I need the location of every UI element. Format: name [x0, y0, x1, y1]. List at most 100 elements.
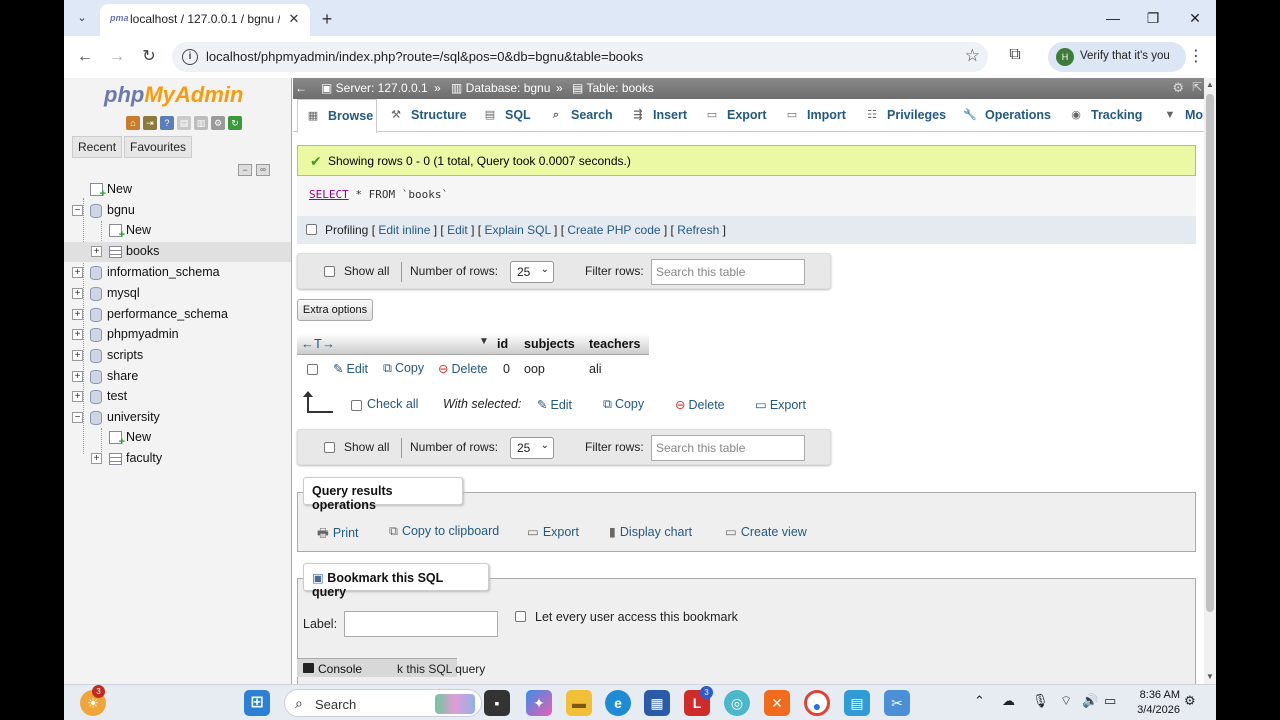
tree-item-mysql[interactable]: + mysql [64, 284, 291, 304]
bulk-copy-button[interactable]: ⧉ Copy [603, 397, 644, 412]
logout-icon[interactable]: ⇥ [143, 116, 157, 130]
tab-export[interactable]: ▭ Export [697, 99, 773, 132]
browser-menu-icon[interactable]: ⋮ [1188, 46, 1204, 68]
row-delete-link[interactable]: ⊖ Delete [438, 361, 488, 376]
extra-options-button[interactable]: Extra options [297, 299, 373, 321]
sort-arrow-icon[interactable]: ▼ [479, 336, 489, 347]
taskbar-search[interactable]: ⌕ Search [284, 689, 482, 717]
export-link[interactable]: ▭ Export [527, 524, 579, 539]
column-header-teachers[interactable]: teachers [589, 337, 640, 351]
verify-identity-button[interactable]: H Verify that it's you [1048, 42, 1186, 72]
bookmark-label-input[interactable] [344, 611, 498, 637]
breadcrumb-server[interactable]: ▣ Server: 127.0.0.1 [321, 81, 428, 95]
volume-icon[interactable]: 🔊 [1082, 693, 1098, 709]
expand-toggle-icon[interactable]: + [72, 329, 83, 340]
tab-close-icon[interactable]: ✕ [286, 11, 302, 27]
expand-toggle-icon[interactable]: + [72, 309, 83, 320]
bulk-export-button[interactable]: ▭ Export [755, 397, 806, 412]
expand-toggle-icon[interactable]: + [72, 371, 83, 382]
row-checkbox[interactable] [307, 364, 318, 375]
address-bar[interactable]: i localhost/phpmyadmin/index.php?route=/… [172, 42, 988, 72]
expand-toggle-icon[interactable]: + [72, 288, 83, 299]
collapse-all-icon[interactable]: − [238, 164, 252, 176]
forward-button[interactable]: → [106, 46, 128, 68]
task-view-icon[interactable]: ▪ [484, 690, 510, 716]
recent-tab[interactable]: Recent [72, 136, 123, 158]
create-php-code-link[interactable]: Create PHP code [567, 223, 660, 237]
profiling-checkbox[interactable] [306, 224, 317, 235]
check-all-checkbox[interactable] [351, 400, 362, 411]
tab-privileges[interactable]: ☷ Privileges [857, 99, 951, 132]
tree-item-performance-schema[interactable]: + performance_schema [64, 305, 291, 325]
refresh-link[interactable]: Refresh [677, 223, 719, 237]
bulk-delete-button[interactable]: ⊖ Delete [675, 397, 725, 412]
bulk-edit-button[interactable]: ✎ Edit [537, 397, 572, 412]
filter-rows-input[interactable]: Search this table [651, 435, 805, 461]
query-window-icon[interactable]: ? [160, 116, 174, 130]
link-with-main-icon[interactable]: ∞ [256, 164, 270, 176]
tab-search-button[interactable]: ⌄ [72, 8, 92, 28]
show-all-checkbox[interactable] [324, 266, 335, 277]
back-button[interactable]: ← [74, 46, 96, 68]
pma-logo[interactable]: phpMyAdmin [104, 82, 243, 108]
clock[interactable]: 8:36 AM 3/4/2026 [1130, 688, 1180, 718]
edit-inline-link[interactable]: Edit inline [378, 223, 430, 237]
column-arrows-icon[interactable]: ←T→ [301, 336, 335, 351]
expand-toggle-icon[interactable]: + [72, 350, 83, 361]
tab-tracking[interactable]: ◉ Tracking [1061, 99, 1151, 132]
expand-toggle-icon[interactable]: + [72, 391, 83, 402]
url-text[interactable]: localhost/phpmyadmin/index.php?route=/sq… [206, 49, 643, 64]
home-icon[interactable]: ⌂ [126, 116, 140, 130]
tab-structure[interactable]: ⚒ Structure [381, 99, 473, 132]
tree-item-university[interactable]: − university [64, 408, 291, 428]
collapse-toggle-icon[interactable]: − [72, 205, 83, 216]
restore-button[interactable]: ❐ [1138, 6, 1168, 30]
expand-toggle-icon[interactable]: + [91, 246, 102, 257]
tree-item-new[interactable]: New [64, 180, 291, 200]
tree-item-test[interactable]: + test [64, 387, 291, 407]
close-window-button[interactable]: ✕ [1180, 6, 1210, 30]
docs-icon[interactable]: ▤ [177, 116, 191, 130]
bookmark-star-icon[interactable]: ☆ [965, 46, 980, 66]
scroll-up-arrow-icon[interactable]: ▲ [1204, 78, 1216, 92]
file-explorer-icon[interactable]: ▬ [566, 690, 592, 716]
breadcrumb-table[interactable]: ▤ Table: books [572, 81, 654, 95]
docs-page-icon[interactable]: ▥ [194, 116, 208, 130]
tree-item-scripts[interactable]: + scripts [64, 346, 291, 366]
app-circle-icon[interactable]: ◎ [724, 690, 750, 716]
print-link[interactable]: 🖶 Print [317, 524, 359, 545]
edge-icon[interactable]: e [605, 690, 631, 716]
start-windows-icon[interactable]: ⊞ [244, 690, 270, 716]
tree-item-bgnu[interactable]: − bgnu [64, 201, 291, 221]
tree-item-bgnu-new[interactable]: New [64, 221, 291, 241]
settings-gear-icon[interactable]: ⚙ [211, 116, 225, 130]
console-bar[interactable]: Console k this SQL query [297, 658, 485, 677]
breadcrumb-database[interactable]: ▥ Database: bgnu [451, 81, 550, 95]
page-settings-gear-icon[interactable]: ⚙ [1172, 80, 1184, 96]
tab-sql[interactable]: ▤ SQL [475, 99, 541, 132]
collapse-nav-arrow-icon[interactable]: ← [295, 81, 307, 95]
console-label[interactable]: Console [318, 662, 362, 676]
filter-rows-input[interactable]: Search this table [651, 259, 805, 285]
reload-nav-icon[interactable]: ↻ [228, 116, 242, 130]
number-of-rows-select[interactable]: 25 ⌄ [510, 261, 554, 283]
create-view-link[interactable]: ▭ Create view [725, 524, 807, 539]
reload-button[interactable]: ↻ [138, 46, 160, 68]
scroll-thumb[interactable] [1206, 94, 1214, 612]
cloud-icon[interactable]: ☁ [1002, 693, 1015, 709]
column-header-id[interactable]: id [497, 337, 508, 351]
tab-browse[interactable]: ▦ Browse [297, 99, 377, 133]
tab-import[interactable]: ▭ Import [777, 99, 853, 132]
chevron-up-icon[interactable]: ⌃ [974, 693, 985, 709]
number-of-rows-select[interactable]: 25 ⌄ [510, 437, 554, 459]
extensions-icon[interactable]: ⧉ [1004, 44, 1026, 66]
bookmark-public-checkbox[interactable] [515, 611, 526, 622]
microphone-icon[interactable]: 🎙 [1032, 693, 1049, 709]
snipping-tool-icon[interactable]: ✂ [884, 690, 910, 716]
check-all-label[interactable]: Check all [367, 397, 418, 411]
tab-insert[interactable]: ⇶ Insert [623, 99, 695, 132]
row-edit-link[interactable]: ✎ Edit [333, 361, 368, 376]
collapse-menu-icon[interactable]: ⇱ [1192, 80, 1202, 94]
tab-more[interactable]: ▼Mor [1155, 99, 1204, 132]
tree-item-phpmyadmin[interactable]: + phpmyadmin [64, 325, 291, 345]
